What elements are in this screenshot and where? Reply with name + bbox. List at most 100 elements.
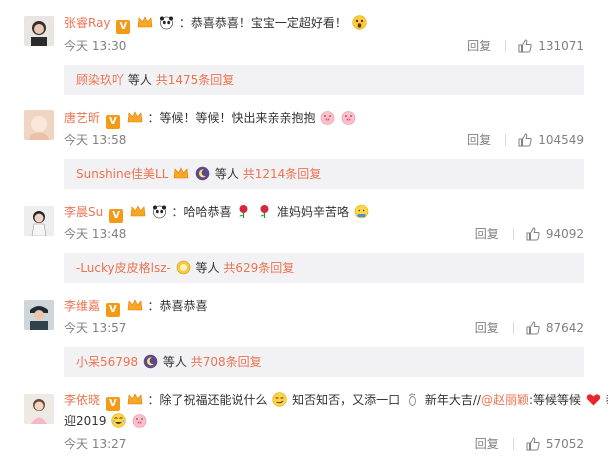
comment-time: 今天 13:27 [64,437,127,451]
comment-content: 迎2019 [64,414,107,428]
level-badge-icon [176,260,190,275]
sub-replies[interactable]: -Lucky皮皮格lsz- 等人 共629条回复 [64,253,584,283]
reply-button[interactable]: 回复 [475,436,499,452]
thumbs-up-icon[interactable] [526,227,540,241]
sub-reply-username[interactable]: 小呆56798 [76,355,138,369]
avatar[interactable] [24,110,54,140]
avatar[interactable] [24,206,54,236]
thumbs-up-icon[interactable] [518,133,532,147]
rose-emoji-icon [239,205,248,218]
divider [512,438,514,450]
thumbs-up-icon[interactable] [526,321,540,335]
baby-feet-icon [409,393,416,406]
comment-content: ：哈哈恭喜 [171,205,232,219]
avatar[interactable] [24,394,54,424]
comment-actions: 回复 104549 [467,132,584,148]
sub-reply-etc: 等人 [214,167,239,181]
comment-content: ：恭喜恭喜 [147,299,208,313]
divider [505,134,507,146]
sub-reply-count[interactable]: 共1214条回复 [243,167,322,181]
reply-button[interactable]: 回复 [467,38,491,54]
comment-text: 张睿Ray V ：恭喜恭喜！宝宝一定超好看！ [64,14,368,34]
night-badge-icon [143,354,158,369]
night-badge-icon [195,166,210,181]
verified-icon: V [116,20,131,34]
divider [505,40,507,52]
panda-emoji-icon [152,205,166,219]
like-count: 57052 [545,437,584,451]
comment-time: 今天 13:30 [64,39,127,53]
comment-content: ：恭喜恭喜！宝宝一定超好看！ [178,16,347,30]
verified-icon: V [105,115,120,129]
comment-content: 准妈妈辛苦咯 [277,205,350,219]
verified-icon: V [105,303,120,317]
sub-reply-etc: 等人 [127,73,152,87]
comment-actions: 回复 131071 [467,38,584,54]
sub-reply-count[interactable]: 共629条回复 [223,261,294,275]
username-link[interactable]: 张睿Ray [64,16,111,30]
comment-content: 知否知否，又添一口 [292,393,401,407]
surprised-emoji-icon [352,15,367,30]
sub-replies[interactable]: 顾染玖吖 等人 共1475条回复 [64,65,584,95]
like-count: 87642 [545,321,584,335]
comment-content: ：除了祝福还能说什么 [147,393,268,407]
sub-replies[interactable]: Sunshine佳美LL 等人 共1214条回复 [64,159,584,189]
comment-text: 李晨Su V ：哈哈恭喜 准妈妈辛苦咯 [64,203,370,223]
thumbs-up-icon[interactable] [518,39,532,53]
comment-time: 今天 13:57 [64,321,127,335]
verified-icon: V [109,209,124,223]
sub-reply-etc: 等人 [162,355,187,369]
divider [512,322,514,334]
reply-button[interactable]: 回复 [475,320,499,336]
comment-content: ：等候！等候！快出来亲亲抱抱 [147,111,316,125]
like-count: 131071 [538,39,584,53]
avatar[interactable] [24,16,54,46]
like-count: 104549 [538,133,584,147]
username-link[interactable]: 唐艺昕 [64,111,100,125]
comment-time: 今天 13:58 [64,133,127,147]
pig-emoji-icon [341,111,356,125]
sub-reply-username[interactable]: 顾染玖吖 [76,73,124,87]
vip-crown-icon [127,393,143,405]
thumbs-up-emoji-icon [354,204,369,219]
heart-emoji-icon [586,394,600,406]
rose-emoji-icon [260,205,269,218]
comment-actions: 回复 94092 [475,226,584,242]
vip-crown-icon [137,16,153,28]
username-link[interactable]: 李晨Su [64,205,103,219]
comment-actions: 回复 87642 [475,320,584,336]
reply-button[interactable]: 回复 [467,132,491,148]
comment-text: 李依晓 V ：除了祝福还能说什么 知否知否，又添一口 新年大吉//@赵丽颖:等候… [64,391,608,411]
pig-emoji-icon [321,111,335,125]
sub-reply-count[interactable]: 共708条回复 [191,355,262,369]
sub-reply-count[interactable]: 共1475条回复 [156,73,235,87]
laugh-cry-emoji-icon [111,413,126,428]
comment-text: 唐艺昕 V ：等候！等候！快出来亲亲抱抱 [64,109,357,129]
like-count: 94092 [545,227,584,241]
vip-crown-icon [127,299,143,311]
sub-reply-etc: 等人 [195,261,220,275]
username-link[interactable]: 李维嘉 [64,299,100,313]
mention-link[interactable]: @赵丽颖 [481,393,529,407]
username-link[interactable]: 李依晓 [64,393,100,407]
verified-icon: V [105,397,120,411]
comment-content: 新年大吉// [424,393,481,407]
comment-text-continued: 迎2019 [64,412,148,430]
sub-reply-username[interactable]: -Lucky皮皮格lsz- [76,261,171,275]
vip-crown-icon [130,205,146,217]
sub-replies[interactable]: 小呆56798 等人 共708条回复 [64,347,584,377]
comment-text: 李维嘉 V ：恭喜恭喜 [64,297,208,317]
vip-crown-icon [173,167,189,179]
reply-button[interactable]: 回复 [475,226,499,242]
pig-emoji-icon [132,414,147,428]
avatar[interactable] [24,300,54,330]
comment-time: 今天 13:48 [64,227,127,241]
sub-reply-username[interactable]: Sunshine佳美LL [76,167,168,181]
comment-content: :等候等候 [528,393,581,407]
smirk-emoji-icon [272,392,287,407]
vip-crown-icon [127,111,143,123]
panda-emoji-icon [160,16,174,30]
comment-actions: 回复 57052 [475,436,584,452]
thumbs-up-icon[interactable] [526,437,540,451]
divider [512,228,514,240]
